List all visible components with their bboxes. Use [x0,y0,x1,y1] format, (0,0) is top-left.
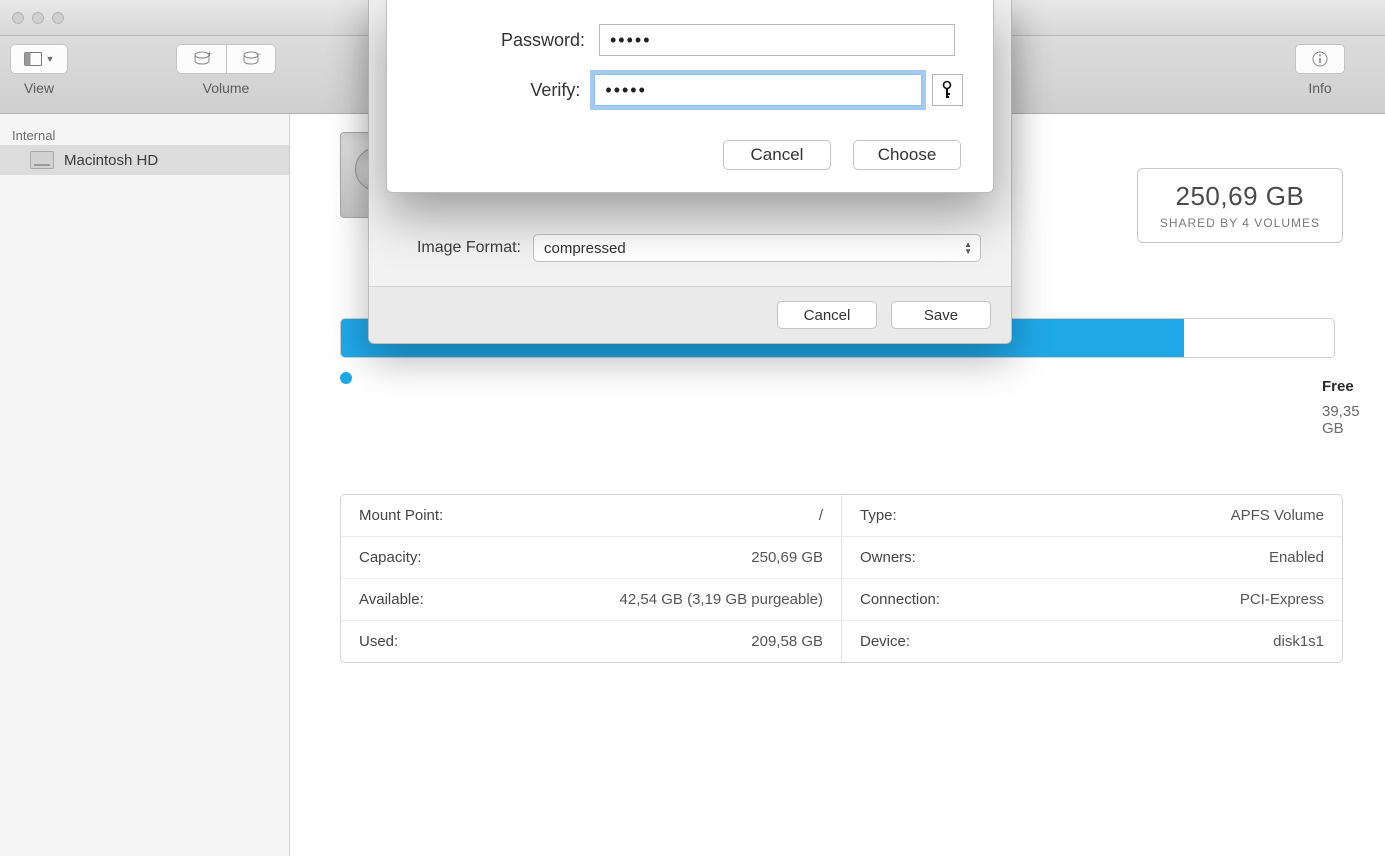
info-val: Enabled [1269,549,1324,566]
usage-legend [340,372,352,384]
password-assistant-button[interactable] [932,74,963,106]
info-val: 209,58 GB [751,633,823,650]
sidebar-layout-icon [24,52,42,66]
volume-add-button[interactable]: + [176,44,226,74]
info-key: Capacity: [359,549,422,566]
sidebar-item-macintosh-hd[interactable]: Macintosh HD [0,145,289,175]
info-table: Mount Point: / Capacity: 250,69 GB Avail… [340,494,1343,663]
info-row-used: Used: 209,58 GB [341,620,841,662]
info-col-left: Mount Point: / Capacity: 250,69 GB Avail… [341,495,841,662]
info-row-owners: Owners: Enabled [842,536,1342,578]
password-sheet: Password: Verify: Cancel Choose [386,0,994,193]
volume-label: Volume [203,80,250,96]
info-row-mount-point: Mount Point: / [341,495,841,536]
info-label: Info [1308,80,1331,96]
chevron-down-icon: ▼ [46,54,55,64]
image-format-label: Image Format: [399,239,521,257]
info-val: / [819,507,823,524]
usage-free-segment [1184,319,1334,357]
info-icon [1311,50,1329,68]
password-cancel-button[interactable]: Cancel [723,140,831,170]
svg-text:+: + [207,51,212,59]
volume-add-icon: + [192,51,212,67]
info-row-type: Type: APFS Volume [842,495,1342,536]
info-key: Connection: [860,591,940,608]
volume-remove-icon: − [241,51,261,67]
sidebar: Internal Macintosh HD [0,114,290,856]
verify-row: Verify: [417,74,963,106]
info-key: Mount Point: [359,507,443,524]
select-arrows-icon: ▲▼ [964,241,972,255]
info-button[interactable] [1295,44,1345,74]
info-col-right: Type: APFS Volume Owners: Enabled Connec… [841,495,1342,662]
free-legend-value: 39,35 GB [1322,403,1385,437]
volume-remove-button[interactable]: − [226,44,276,74]
size-box: 250,69 GB SHARED BY 4 VOLUMES [1137,168,1343,243]
verify-input[interactable] [594,74,921,106]
info-row-available: Available: 42,54 GB (3,19 GB purgeable) [341,578,841,620]
info-group: Info [1295,44,1345,96]
password-label: Password: [417,30,585,51]
image-format-field: Image Format: compressed ▲▼ [399,234,981,262]
info-key: Owners: [860,549,916,566]
password-choose-button[interactable]: Choose [853,140,961,170]
sidebar-section-internal: Internal [0,120,289,145]
svg-text:−: − [256,51,261,59]
sidebar-item-label: Macintosh HD [64,152,158,169]
info-val: 42,54 GB (3,19 GB purgeable) [620,591,823,608]
info-row-capacity: Capacity: 250,69 GB [341,536,841,578]
key-icon [939,80,955,100]
info-key: Available: [359,591,424,608]
info-key: Type: [860,507,897,524]
size-value: 250,69 GB [1160,181,1320,212]
info-row-device: Device: disk1s1 [842,620,1342,662]
image-format-select[interactable]: compressed ▲▼ [533,234,981,262]
password-row: Password: [417,24,963,56]
volume-group: + − Volume [176,44,276,96]
info-val: PCI-Express [1240,591,1324,608]
save-sheet-footer: Cancel Save [369,286,1011,343]
free-legend-title: Free [1322,378,1385,395]
password-sheet-actions: Cancel Choose [417,140,963,170]
info-row-connection: Connection: PCI-Express [842,578,1342,620]
info-val: APFS Volume [1231,507,1324,524]
image-format-value: compressed [544,240,626,257]
password-input[interactable] [599,24,955,56]
view-button[interactable]: ▼ [10,44,68,74]
verify-label: Verify: [417,80,580,101]
save-sheet-save-button[interactable]: Save [891,301,991,329]
legend-dot-used-icon [340,372,352,384]
view-group: ▼ View [10,44,68,96]
info-key: Used: [359,633,398,650]
save-sheet-cancel-button[interactable]: Cancel [777,301,877,329]
view-label: View [24,80,54,96]
disk-icon [30,151,54,169]
info-key: Device: [860,633,910,650]
size-subtitle: SHARED BY 4 VOLUMES [1160,216,1320,230]
info-val: disk1s1 [1273,633,1324,650]
free-legend: Free 39,35 GB [1322,378,1385,437]
info-val: 250,69 GB [751,549,823,566]
